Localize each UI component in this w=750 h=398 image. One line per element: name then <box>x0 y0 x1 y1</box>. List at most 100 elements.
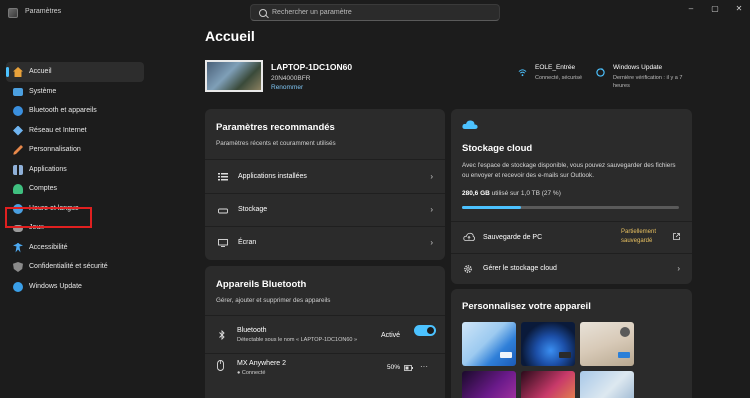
bluetooth-toggle[interactable] <box>414 325 436 336</box>
sidebar: Accueil Système Bluetooth et appareils R… <box>0 62 150 296</box>
cloud-icon <box>462 120 478 129</box>
card-subtitle: Gérer, ajouter et supprimer des appareil… <box>216 297 331 304</box>
theme-thumbnail-light[interactable] <box>462 322 516 366</box>
network-icon <box>13 125 23 136</box>
highlight-annotation <box>5 207 92 228</box>
personalize-card: Personnalisez votre appareil <box>451 289 692 398</box>
recommended-settings-card: Paramètres recommandés Paramètres récent… <box>205 109 445 260</box>
network-name: EOLE_Entrée <box>535 64 576 71</box>
accessibility-icon <box>13 242 23 253</box>
search-placeholder: Rechercher un paramètre <box>272 9 352 16</box>
recommended-row-storage[interactable]: Stockage › <box>205 194 445 226</box>
sidebar-item-label: Confidentialité et sécurité <box>29 263 108 270</box>
row-label: Écran <box>238 239 257 246</box>
card-title: Appareils Bluetooth <box>216 279 307 290</box>
bluetooth-devices-card: Appareils Bluetooth Gérer, ajouter et su… <box>205 266 445 398</box>
storage-progress-fill <box>462 206 521 209</box>
bluetooth-icon <box>13 106 23 116</box>
sidebar-item-confidentialite[interactable]: Confidentialité et sécurité <box>6 257 144 277</box>
card-subtitle: Paramètres récents et couramment utilisé… <box>216 140 336 147</box>
row-label: Stockage <box>238 206 268 213</box>
theme-preview-window <box>559 352 571 358</box>
list-icon <box>218 173 228 181</box>
system-icon <box>13 87 23 96</box>
chevron-right-icon: › <box>430 172 433 181</box>
shield-icon <box>13 262 23 272</box>
sidebar-item-windows-update[interactable]: Windows Update <box>6 277 144 297</box>
storage-progress-bar <box>462 206 679 209</box>
chevron-right-icon: › <box>677 264 680 273</box>
maximize-button[interactable]: ▢ <box>706 4 724 13</box>
cloud-description: Avec l'espace de stockage disponible, vo… <box>462 162 676 179</box>
battery-level: 50% <box>387 364 401 371</box>
card-title: Stockage cloud <box>462 143 533 154</box>
apps-icon <box>13 164 23 175</box>
app-title: Paramètres <box>25 8 62 15</box>
bluetooth-icon <box>219 330 225 340</box>
device-connection-status: ● Connecté <box>237 370 266 376</box>
gear-icon <box>464 265 472 273</box>
theme-thumbnail-flow[interactable] <box>521 371 575 398</box>
search-icon <box>259 9 267 17</box>
close-button[interactable]: ✕ <box>730 4 748 13</box>
manage-storage-label: Gérer le stockage cloud <box>483 265 557 272</box>
sidebar-item-systeme[interactable]: Système <box>6 82 144 102</box>
recommended-row-display[interactable]: Écran › <box>205 227 445 260</box>
storage-used-rest: utilisé sur 1,0 TB (27 %) <box>489 190 561 197</box>
sidebar-item-comptes[interactable]: Comptes <box>6 179 144 199</box>
sidebar-item-accessibilite[interactable]: Accessibilité <box>6 238 144 258</box>
storage-usage-text: 280,6 GB utilisé sur 1,0 TB (27 %) <box>462 190 561 197</box>
more-options-button[interactable]: ··· <box>420 362 428 371</box>
home-icon <box>13 67 23 77</box>
chevron-right-icon: › <box>430 238 433 247</box>
chevron-right-icon: › <box>430 205 433 214</box>
theme-selected-indicator <box>620 327 630 337</box>
minimize-button[interactable]: ‒ <box>682 4 700 13</box>
sidebar-item-label: Applications <box>29 165 67 173</box>
sidebar-item-accueil[interactable]: Accueil <box>6 62 144 82</box>
sidebar-item-applications[interactable]: Applications <box>6 160 144 180</box>
battery-icon <box>404 365 413 371</box>
pc-backup-row[interactable]: Sauvegarde de PC Partiellement sauvegard… <box>451 222 692 252</box>
sidebar-item-label: Bluetooth et appareils <box>29 107 97 114</box>
search-input[interactable]: Rechercher un paramètre <box>250 4 500 21</box>
sidebar-item-label: Réseau et Internet <box>29 126 87 134</box>
device-row-mx-anywhere[interactable]: MX Anywhere 2 ● Connecté 50% ··· <box>205 354 445 382</box>
device-name: MX Anywhere 2 <box>237 360 287 367</box>
sidebar-item-label: Accessibilité <box>29 243 68 251</box>
device-name: LAPTOP-1DC1ON60 <box>271 62 353 72</box>
sidebar-item-reseau[interactable]: Réseau et Internet <box>6 121 144 141</box>
theme-thumbnail-sunrise[interactable] <box>580 371 634 398</box>
theme-thumbnail-glow[interactable] <box>580 322 634 366</box>
sidebar-item-bluetooth[interactable]: Bluetooth et appareils <box>6 101 144 121</box>
sidebar-item-label: Comptes <box>29 185 58 192</box>
divider <box>205 315 445 316</box>
network-state: Connecté, sécurisé <box>535 75 583 81</box>
recommended-row-installed-apps[interactable]: Applications installées › <box>205 160 445 193</box>
accounts-icon <box>13 184 23 194</box>
sidebar-item-label: Système <box>29 87 57 95</box>
update-title: Windows Update <box>613 64 663 71</box>
theme-thumbnail-captured-motion[interactable] <box>462 371 516 398</box>
display-icon <box>218 239 228 247</box>
update-last-check: Dernière vérification : il y a 7 heures <box>613 75 683 89</box>
rename-link[interactable]: Renommer <box>271 84 303 91</box>
theme-thumbnail-dark[interactable] <box>521 322 575 366</box>
update-icon <box>596 68 605 77</box>
sidebar-item-label: Personnalisation <box>29 146 81 153</box>
device-model: 20N4000BFR <box>271 75 311 82</box>
sidebar-item-personnalisation[interactable]: Personnalisation <box>6 140 144 160</box>
page-title: Accueil <box>205 28 255 44</box>
sidebar-item-label: Windows Update <box>29 282 82 290</box>
bluetooth-state-label: Activé <box>381 332 401 339</box>
brush-icon <box>13 145 23 155</box>
card-title: Paramètres recommandés <box>216 122 335 133</box>
card-title: Personnalisez votre appareil <box>462 301 591 312</box>
device-wallpaper-thumbnail <box>205 60 263 92</box>
theme-preview-window <box>500 352 512 358</box>
wifi-icon <box>518 69 527 77</box>
manage-cloud-storage-row[interactable]: Gérer le stockage cloud › <box>451 254 692 284</box>
row-label: Applications installées <box>238 173 307 180</box>
backup-label: Sauvegarde de PC <box>483 234 543 241</box>
update-icon <box>13 281 23 292</box>
